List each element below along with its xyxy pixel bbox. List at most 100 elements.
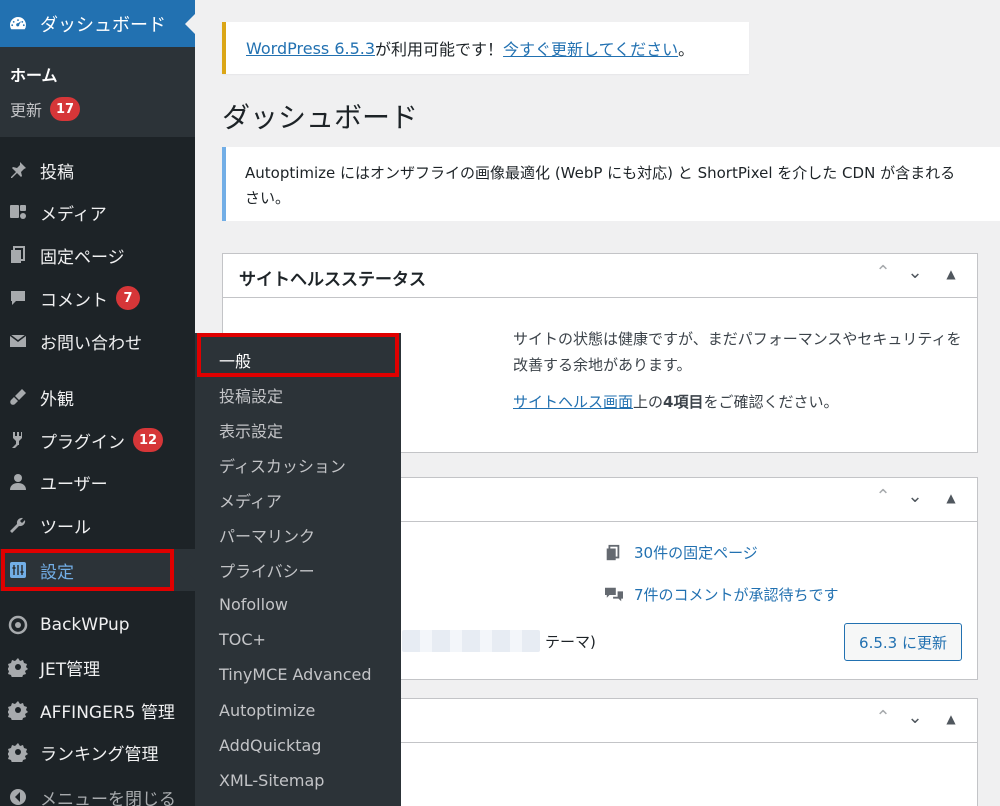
flyout-item-nofollow[interactable]: Nofollow [219,595,288,614]
gear-icon [6,655,30,679]
glance-pages-link[interactable]: 30件の固定ページ [604,542,758,563]
update-now-link[interactable]: 今すぐ更新してください [503,36,678,60]
autoptimize-notice-line2: さい。 [245,189,291,207]
flyout-item-permalink[interactable]: パーマリンク [219,523,315,547]
sidebar-item-label: ツール [40,517,91,538]
sidebar-item-posts[interactable]: 投稿 [0,149,195,191]
site-health-header: サイトヘルスステータス ⌃ ⌄ ▲ [223,254,977,298]
autoptimize-notice-line1: Autoptimize にはオンザフライの画像最適化 (WebP にも対応) と… [245,164,956,182]
sidebar-item-appearance[interactable]: 外観 [0,376,195,418]
site-health-suffix-2: をご確認ください。 [703,393,839,411]
mail-icon [6,329,30,353]
move-up-icon[interactable]: ⌃ [871,486,895,507]
flyout-item-xml-sitemap[interactable]: XML-Sitemap [219,771,324,790]
sidebar-item-label: プラグイン [40,432,125,453]
site-health-link-line: サイトヘルス画面上の4項目をご確認ください。 [513,391,838,412]
flyout-item-reading[interactable]: 表示設定 [219,418,283,442]
page-icon [604,544,626,562]
move-up-icon[interactable]: ⌃ [871,707,895,728]
gear-icon [6,698,30,722]
sidebar-item-tools[interactable]: ツール [0,504,195,546]
sidebar-item-label: JET管理 [40,659,101,680]
sidebar-item-label: AFFINGER5 管理 [40,702,175,723]
plugin-count-badge: 12 [133,428,164,452]
update-notice: WordPress 6.5.3 が利用可能です！ 今すぐ更新してください 。 [222,22,749,74]
submenu-update[interactable]: 更新 17 [10,97,81,121]
sidebar-item-label: ランキング管理 [40,744,159,765]
user-icon [6,470,30,494]
site-health-screen-link[interactable]: サイトヘルス画面 [513,393,633,411]
sidebar-item-media[interactable]: メディア [0,191,195,233]
sidebar-item-label: 投稿 [40,162,74,183]
blurred-theme-name [402,630,540,652]
update-wordpress-button[interactable]: 6.5.3 に更新 [844,623,962,661]
sidebar-item-ranking[interactable]: ランキング管理 [0,731,195,773]
media-icon [6,200,30,224]
sidebar-item-label: 外観 [40,389,74,410]
sidebar-item-label: ダッシュボード [40,14,166,36]
page-title: ダッシュボード [222,101,419,134]
pin-icon [6,158,30,182]
sidebar-item-label: ユーザー [40,474,108,495]
submenu-update-label: 更新 [10,101,43,120]
flyout-item-writing[interactable]: 投稿設定 [219,383,283,407]
glance-pages-label: 30件の固定ページ [634,544,758,562]
sidebar-item-dashboard[interactable]: ダッシュボード [0,0,195,47]
update-count-badge: 17 [50,97,81,121]
sidebar-item-label: メディア [40,204,107,225]
move-down-icon[interactable]: ⌄ [903,707,927,728]
move-down-icon[interactable]: ⌄ [903,262,927,283]
sidebar-item-label: 固定ページ [40,247,125,268]
sidebar-item-plugins[interactable]: プラグイン 12 [0,419,195,461]
update-notice-end: 。 [678,40,695,59]
sidebar-item-label: 設定 [40,562,74,583]
collapse-icon [6,785,30,806]
admin-sidebar: ダッシュボード ホーム 更新 17 投稿 メディア 固定ページ コメント 7 お… [0,0,195,806]
flyout-item-tinymce[interactable]: TinyMCE Advanced [219,665,372,684]
comment-icon [6,286,30,310]
sidebar-item-users[interactable]: ユーザー [0,461,195,503]
plugin-icon [6,428,30,452]
sidebar-item-jet[interactable]: JET管理 [0,646,195,688]
flyout-item-toc[interactable]: TOC+ [219,630,266,649]
dashboard-submenu [0,47,195,137]
flyout-item-media[interactable]: メディア [219,488,282,512]
comments-icon [604,586,626,604]
flyout-item-autoptimize[interactable]: Autoptimize [219,701,315,720]
wordpress-version-link[interactable]: WordPress 6.5.3 [246,39,375,58]
flyout-item-discussion[interactable]: ディスカッション [219,453,346,477]
site-health-suffix-1: 上の [633,393,664,411]
sidebar-item-pages[interactable]: 固定ページ [0,234,195,276]
toggle-panel-icon[interactable]: ▲ [939,267,963,281]
sidebar-item-label: メニューを閉じる [40,789,176,806]
page-icon [6,243,30,267]
settings-icon [6,558,30,582]
sidebar-item-label: コメント [40,290,108,311]
flyout-item-privacy[interactable]: プライバシー [219,558,315,582]
submenu-home[interactable]: ホーム [10,62,58,86]
sidebar-item-comments[interactable]: コメント 7 [0,277,195,319]
toggle-panel-icon[interactable]: ▲ [939,712,963,726]
sidebar-collapse-menu[interactable]: メニューを閉じる [0,776,195,806]
wrench-icon [6,513,30,537]
sidebar-item-affinger[interactable]: AFFINGER5 管理 [0,689,195,731]
site-health-title: サイトヘルスステータス [239,270,426,290]
sidebar-item-backwpup[interactable]: BackWPup [0,604,195,646]
sidebar-item-contact[interactable]: お問い合わせ [0,320,195,362]
flyout-item-addquicktag[interactable]: AddQuicktag [219,736,321,755]
update-notice-text: が利用可能です！ [375,40,504,59]
glance-comments-label: 7件のコメントが承認待ちです [634,586,839,604]
gear-icon [6,740,30,764]
autoptimize-notice: Autoptimize にはオンザフライの画像最適化 (WebP にも対応) と… [222,147,1000,221]
comment-count-badge: 7 [116,286,140,310]
sidebar-item-label: BackWPup [40,615,130,635]
sidebar-item-settings[interactable]: 設定 [0,549,195,591]
flyout-item-general[interactable]: 一般 [219,348,251,372]
settings-flyout-menu: 一般 投稿設定 表示設定 ディスカッション メディア パーマリンク プライバシー… [195,333,401,806]
site-health-text: サイトの状態は健康ですが、まだパフォーマンスやセキュリティを改善する余地がありま… [513,330,962,374]
glance-comments-link[interactable]: 7件のコメントが承認待ちです [604,584,839,605]
move-up-icon[interactable]: ⌃ [871,262,895,283]
move-down-icon[interactable]: ⌄ [903,486,927,507]
toggle-panel-icon[interactable]: ▲ [939,491,963,505]
sidebar-item-label: お問い合わせ [40,333,142,354]
